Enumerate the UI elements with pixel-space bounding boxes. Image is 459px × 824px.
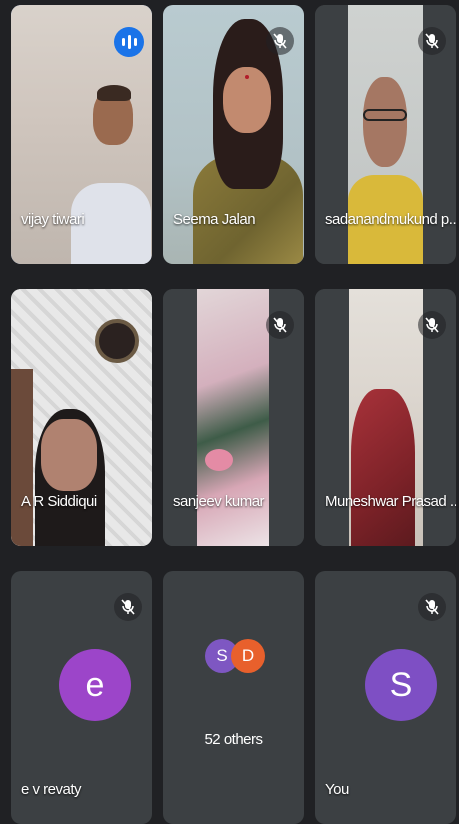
mic-off-icon (418, 311, 446, 339)
participant-tile-sanjeev-kumar[interactable]: sanjeev kumar (163, 289, 304, 546)
avatar: e (59, 649, 131, 721)
mic-off-icon (266, 311, 294, 339)
participant-tile-you[interactable]: S You (315, 571, 456, 824)
participant-name: Seema Jalan (173, 211, 256, 228)
mic-off-icon (114, 593, 142, 621)
participant-tile-seema-jalan[interactable]: Seema Jalan (163, 5, 304, 264)
others-tile[interactable]: S D 52 others (163, 571, 304, 824)
mic-off-icon (266, 27, 294, 55)
others-count-label: 52 others (204, 731, 263, 748)
participant-name: vijay tiwari (21, 211, 85, 228)
participant-name: sadanandmukund p... (325, 211, 456, 228)
mic-off-icon (418, 593, 446, 621)
participant-name: A R Siddiqui (21, 493, 97, 510)
speaking-indicator-icon (114, 27, 144, 57)
participant-tile-muneshwar-prasad[interactable]: Muneshwar Prasad ... (315, 289, 456, 546)
participant-tile-sadanandmukund[interactable]: sadanandmukund p... (315, 5, 456, 264)
participant-tile-ev-revaty[interactable]: e e v revaty (11, 571, 152, 824)
participant-name: sanjeev kumar (173, 493, 265, 510)
avatar: D (231, 639, 265, 673)
participant-name: Muneshwar Prasad ... (325, 493, 456, 510)
mic-off-icon (418, 27, 446, 55)
participant-name: e v revaty (21, 781, 82, 798)
participant-name: You (325, 781, 349, 798)
avatar: S (365, 649, 437, 721)
participant-tile-vijay-tiwari[interactable]: vijay tiwari (11, 5, 152, 264)
participant-tile-ar-siddiqui[interactable]: A R Siddiqui (11, 289, 152, 546)
